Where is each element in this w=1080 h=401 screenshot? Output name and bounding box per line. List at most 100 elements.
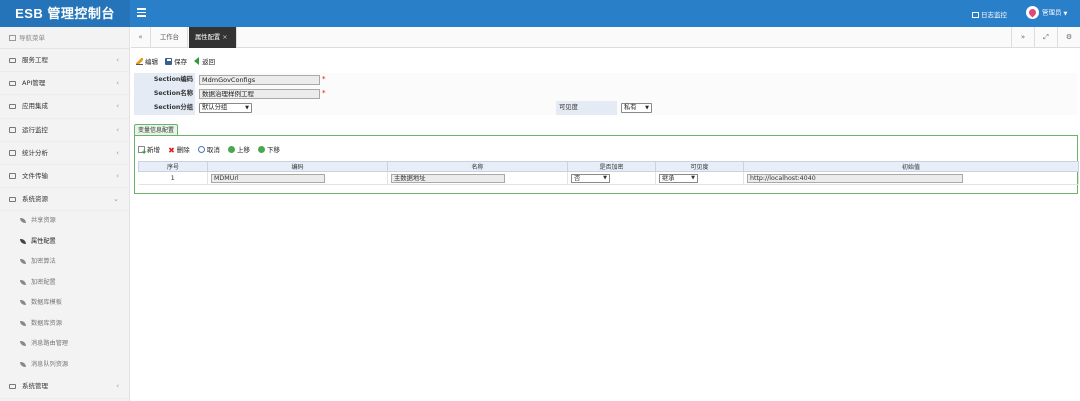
avatar [1026,6,1039,19]
fullscreen-icon[interactable]: ⤢ [1034,27,1057,48]
initial-value-cell: http://localhost:4040 [743,171,1079,185]
column-header[interactable]: 初始值 [743,161,1079,172]
move-down-button[interactable]: 下移 [258,144,280,154]
move-up-label: 上移 [236,146,250,154]
sidebar-item-label: 系统资源 [22,195,48,204]
encrypted-cell: 否 ▼ [567,171,656,185]
leaf-icon [20,279,26,285]
folder-icon [9,80,16,87]
sidebar-item-label: 文件传输 [22,171,48,180]
tab-label: 工作台 [160,34,179,41]
add-button[interactable]: 新增 [138,144,160,156]
delete-button[interactable]: ✖ 删除 [168,144,190,155]
tab-workbench[interactable]: 工作台 [152,27,188,48]
sidebar-item-system-management[interactable]: 系统管理 ‹ [0,375,129,399]
menu-toggle-icon[interactable] [137,8,146,17]
sidebar-item-monitoring[interactable]: 运行监控 ‹ [0,119,129,142]
folder-icon [9,127,16,133]
tab-property-config[interactable]: 属性配置 × [189,27,237,48]
sidebar-item-system-resources[interactable]: 系统资源 ⌄ [0,188,129,212]
sidebar-subitem-encryption-config[interactable]: 加密配置 [0,273,129,294]
name-cell: 主数据地址 [387,171,568,185]
visibility-select[interactable]: 私有 ▼ [621,103,652,113]
form-value-cell: 数据治理样例工程 * [195,87,1077,101]
code-input[interactable]: MDMUrl [211,174,325,183]
monitor-icon [972,12,979,18]
sidebar-subitem-db-template[interactable]: 数据库模板 [0,293,129,314]
row-visibility-select[interactable]: 继承 ▼ [659,174,698,183]
tab-scroll-left-icon[interactable]: « [131,27,151,48]
cancel-button[interactable]: 取消 [197,144,220,154]
sidebar-item-label: 服务工程 [22,56,48,64]
sidebar-item-label: 统计分析 [22,148,48,157]
section-group-label: Section分组 [134,101,195,115]
section-code-field[interactable]: MdmGovConfigs [199,75,320,85]
tab-bar: « 工作台 属性配置 × » ⤢ ⚙ [131,27,1080,48]
leaf-icon [20,218,26,224]
sidebar-subitem-encryption-algorithm[interactable]: 加密算法 [0,252,129,273]
sidebar-subitem-label: 加密配置 [31,278,56,286]
encrypted-select[interactable]: 否 ▼ [571,174,610,183]
save-button[interactable]: 保存 [165,56,187,66]
folder-icon [9,57,16,63]
log-monitor-link[interactable]: 日志监控 [972,9,1007,19]
section-group-select[interactable]: 默认分组 ▼ [199,103,252,113]
sidebar-subitem-shared-resources[interactable]: 共享资源 [0,211,129,232]
table-header-row: 序号 编码 名称 是否加密 可见度 初始值 [138,161,1079,172]
leaf-icon [20,259,26,265]
chevron-down-icon: ▼ [245,105,249,111]
cancel-label: 取消 [206,146,220,154]
required-mark: * [322,89,326,97]
column-header[interactable]: 是否加密 [567,161,656,172]
user-name: 管理员 [1042,8,1062,17]
form-row-section-code: Section编码 MdmGovConfigs * [134,73,1077,87]
sidebar-title: 导航菜单 [0,27,129,49]
tab-scroll-right-icon[interactable]: » [1011,27,1034,48]
close-icon[interactable]: × [222,34,227,41]
column-header[interactable]: 序号 [138,161,208,172]
initial-value-input[interactable]: http://localhost:4040 [747,174,963,183]
sidebar: 导航菜单 服务工程 ‹ API管理 ‹ 应用集成 ‹ 运行监控 ‹ 统计分析 ‹ 文件传输… [0,27,130,401]
sidebar-subitem-message-queue[interactable]: 消息队列资源 [0,355,129,376]
sidebar-item-label: 应用集成 [22,102,48,111]
move-up-button[interactable]: 上移 [227,144,250,154]
name-input[interactable]: 主数据地址 [391,174,505,183]
gear-icon[interactable]: ⚙ [1057,27,1080,48]
sidebar-subitem-message-routing[interactable]: 消息路由管理 [0,334,129,355]
code-cell: MDMUrl [207,171,388,185]
form-row-section-group: Section分组 默认分组 ▼ 可见度 私有 ▼ [134,101,1077,115]
section-name-field[interactable]: 数据治理样例工程 [199,89,320,99]
section-form: Section编码 MdmGovConfigs * Section名称 数据治理… [134,73,1077,115]
leaf-icon [20,300,26,306]
folder-icon [9,150,16,156]
chevron-left-icon: ‹ [116,56,119,64]
sidebar-subitem-label: 共享资源 [31,217,56,225]
sidebar-item-file-transfer[interactable]: 文件传输 ‹ [0,165,129,189]
sidebar-item-statistics[interactable]: 统计分析 ‹ [0,142,129,165]
sidebar-item-label: 系统管理 [22,382,48,391]
sidebar-item-app-integration[interactable]: 应用集成 ‹ [0,95,129,119]
column-header[interactable]: 可见度 [655,161,744,172]
tab-label: 属性配置 [195,34,221,41]
column-header[interactable]: 名称 [387,161,568,172]
app-title[interactable]: ESB 管理控制台 [0,0,130,27]
sidebar-subitem-db-resources[interactable]: 数据库资源 [0,314,129,335]
user-menu[interactable]: 管理员 ▼ [1026,6,1067,19]
save-label: 保存 [174,58,188,66]
chevron-down-icon: ▼ [1063,10,1068,17]
chevron-down-icon: ▼ [603,175,607,181]
row-index: 1 [138,171,208,185]
chevron-left-icon: ‹ [116,125,119,134]
sidebar-subitem-property-config[interactable]: 属性配置 [0,232,129,253]
sidebar-subitem-label: 数据库模板 [31,299,62,307]
form-value-cell: 私有 ▼ [617,101,1077,115]
column-header[interactable]: 编码 [207,161,388,172]
edit-button[interactable]: 编辑 [136,56,158,66]
pencil-icon [136,58,143,65]
leaf-icon [20,320,26,326]
table-row[interactable]: 1 MDMUrl 主数据地址 否 ▼ 继承 ▼ http://localhost:4… [138,171,1079,185]
back-button[interactable]: 返回 [194,56,215,66]
sidebar-item-api[interactable]: API管理 ‹ [0,72,129,96]
arrow-down-icon [258,146,266,153]
sidebar-item-service-project[interactable]: 服务工程 ‹ [0,49,129,73]
